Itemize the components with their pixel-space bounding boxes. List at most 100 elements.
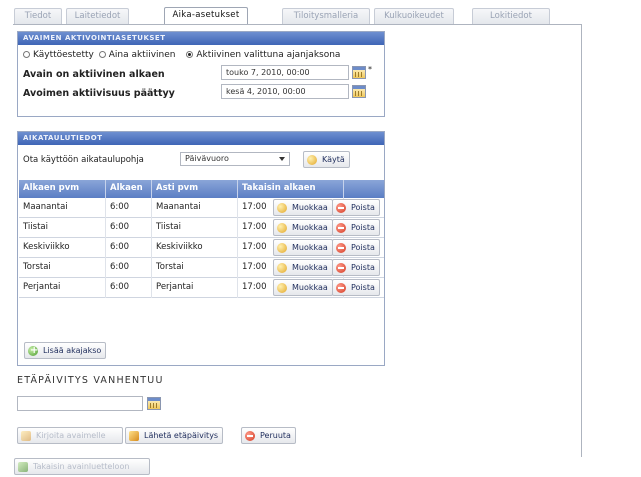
tab-kulkuoikeudet[interactable]: Kulkuoikeudet: [374, 8, 454, 24]
edit-button[interactable]: Muokkaa: [273, 279, 333, 296]
cell-end-day: Maanantai: [152, 198, 238, 218]
delete-icon: [336, 283, 346, 293]
add-icon: [28, 343, 38, 358]
activation-panel: Avaimen aktivointiasetukset Käyttöestett…: [17, 31, 385, 117]
radio-group: Käyttöestetty Aina aktiivinen Aktiivinen…: [23, 50, 340, 60]
start-calendar-icon[interactable]: [352, 66, 366, 79]
delete-label: Poista: [351, 243, 375, 252]
radio-disabled-icon[interactable]: [23, 51, 30, 58]
edit-button[interactable]: Muokkaa: [273, 259, 333, 276]
edit-label: Muokkaa: [292, 203, 328, 212]
radio-always-label: Aina aktiivinen: [108, 50, 176, 60]
edit-button[interactable]: Muokkaa: [273, 239, 333, 256]
table-row: Torstai 6:00 Torstai 17:00 Muokkaa Poista: [19, 258, 384, 278]
col-end-date: Asti pvm: [152, 180, 238, 198]
delete-label: Poista: [351, 223, 375, 232]
end-datetime-field[interactable]: kesä 4, 2010, 00:00: [221, 84, 349, 99]
edit-icon: [277, 263, 287, 273]
radio-disabled-label: Käyttöestetty: [33, 50, 94, 60]
cancel-label: Peruuta: [260, 431, 291, 440]
cancel-icon: [245, 431, 255, 441]
remote-expiry-field[interactable]: [17, 396, 143, 411]
delete-icon: [336, 203, 346, 213]
edit-label: Muokkaa: [292, 283, 328, 292]
edit-icon: [277, 223, 287, 233]
cell-start-day: Tiistai: [19, 218, 106, 238]
delete-button[interactable]: Poista: [332, 279, 380, 296]
cell-start-time: 6:00: [106, 198, 152, 218]
delete-icon: [336, 223, 346, 233]
tab-laitetiedot[interactable]: Laitetiedot: [66, 8, 129, 24]
delete-label: Poista: [351, 263, 375, 272]
required-mark: *: [368, 65, 372, 74]
edit-button[interactable]: Muokkaa: [273, 219, 333, 236]
delete-button[interactable]: Poista: [332, 199, 380, 216]
delete-button[interactable]: Poista: [332, 219, 380, 236]
start-label: Avain on aktiivinen alkaen: [23, 69, 165, 80]
schedule-panel: Aikataulutiedot Ota käyttöön aikataulupo…: [17, 131, 385, 366]
apply-icon: [307, 155, 317, 165]
back-arrow-icon: [18, 462, 28, 472]
cell-start-day: Perjantai: [19, 278, 106, 298]
delete-icon: [336, 243, 346, 253]
cell-end-day: Tiistai: [152, 218, 238, 238]
table-row: Tiistai 6:00 Tiistai 17:00 Muokkaa Poista: [19, 218, 384, 238]
table-row: Perjantai 6:00 Perjantai 17:00 Muokkaa Poista: [19, 278, 384, 298]
cell-start-day: Keskiviikko: [19, 238, 106, 258]
radio-disabled[interactable]: Käyttöestetty: [23, 50, 94, 60]
delete-icon: [336, 263, 346, 273]
add-period-label: Lisää akajakso: [43, 346, 102, 355]
cell-end-day: Torstai: [152, 258, 238, 278]
send-remote-button[interactable]: Lähetä etäpäivitys: [125, 427, 224, 444]
schedule-table-header: Alkaen pvm Alkaen Asti pvm Takaisin alka…: [19, 180, 384, 198]
delete-button[interactable]: Poista: [332, 259, 380, 276]
cell-start-time: 6:00: [106, 238, 152, 258]
delete-label: Poista: [351, 203, 375, 212]
cell-end-day: Keskiviikko: [152, 238, 238, 258]
write-key-button[interactable]: Kirjoita avaimelle: [17, 427, 123, 444]
cell-start-time: 6:00: [106, 218, 152, 238]
edit-button[interactable]: Muokkaa: [273, 199, 333, 216]
apply-template-button[interactable]: Käytä: [303, 151, 350, 168]
radio-period-label: Aktiivinen valittuna ajanjaksona: [196, 50, 341, 60]
apply-template-label: Käytä: [322, 155, 345, 164]
cell-end-day: Perjantai: [152, 278, 238, 298]
tab-bar: Tiedot Laitetiedot Aika-asetukset Tiloit…: [14, 7, 614, 25]
delete-label: Poista: [351, 283, 375, 292]
col-start-time: Alkaen: [106, 180, 152, 198]
cell-start-time: 6:00: [106, 278, 152, 298]
tab-tiloitysmalleria[interactable]: Tiloitysmalleria: [282, 8, 370, 24]
table-row: Keskiviikko 6:00 Keskiviikko 17:00 Muokkaa Po…: [19, 238, 384, 258]
add-period-button[interactable]: Lisää akajakso: [24, 342, 107, 359]
back-to-list-label: Takaisin avainluetteloon: [33, 462, 130, 471]
tab-lokitiedot[interactable]: Lokitiedot: [472, 8, 550, 24]
send-icon: [129, 431, 139, 441]
send-remote-label: Lähetä etäpäivitys: [144, 431, 219, 440]
end-label: Avoimen aktiivisuus päättyy: [23, 88, 175, 99]
write-key-icon: [21, 431, 31, 441]
cell-start-day: Maanantai: [19, 198, 106, 218]
radio-always[interactable]: Aina aktiivinen: [98, 50, 176, 60]
back-to-list-button[interactable]: Takaisin avainluetteloon: [14, 458, 150, 475]
remote-calendar-icon[interactable]: [147, 397, 161, 410]
edit-label: Muokkaa: [292, 223, 328, 232]
radio-always-icon[interactable]: [98, 51, 106, 58]
tab-tiedot[interactable]: Tiedot: [14, 8, 62, 24]
cancel-button[interactable]: Peruuta: [241, 427, 296, 444]
end-calendar-icon[interactable]: [352, 85, 366, 98]
edit-icon: [277, 283, 287, 293]
col-back-from: Takaisin alkaen: [238, 180, 344, 198]
template-label: Ota käyttöön aikataulupohja: [23, 155, 144, 165]
activation-panel-header: Avaimen aktivointiasetukset: [18, 32, 384, 45]
template-select[interactable]: Päivävuoro: [180, 152, 290, 166]
tab-aika-asetukset[interactable]: Aika-asetukset: [164, 7, 248, 25]
remote-expiry-title: Etäpäivitys vanhentuu: [17, 375, 164, 386]
cell-start-time: 6:00: [106, 258, 152, 278]
radio-period[interactable]: Aktiivinen valittuna ajanjaksona: [186, 50, 340, 60]
radio-period-icon[interactable]: [186, 51, 194, 58]
start-datetime-field[interactable]: touko 7, 2010, 00:00: [221, 65, 349, 80]
table-row: Maanantai 6:00 Maanantai 17:00 Muokkaa Poista: [19, 198, 384, 218]
edit-label: Muokkaa: [292, 263, 328, 272]
cell-start-day: Torstai: [19, 258, 106, 278]
delete-button[interactable]: Poista: [332, 239, 380, 256]
